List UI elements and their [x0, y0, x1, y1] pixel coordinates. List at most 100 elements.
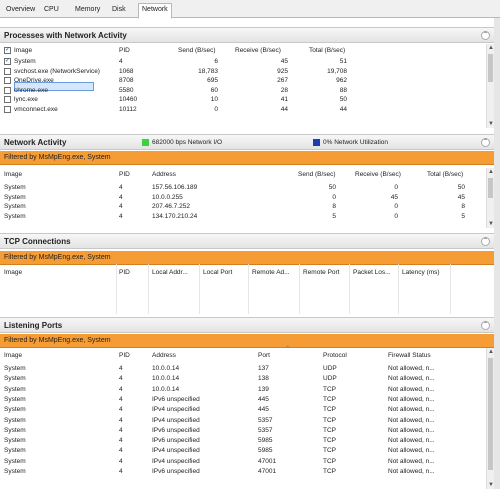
- tab-cpu[interactable]: CPU: [41, 4, 62, 18]
- row-checkbox[interactable]: [4, 96, 11, 104]
- cell-pid: 4: [119, 468, 123, 475]
- col-address[interactable]: Address: [152, 352, 176, 359]
- row-checkbox[interactable]: [4, 77, 11, 85]
- tab-disk[interactable]: Disk: [109, 4, 129, 18]
- col-pid[interactable]: PID: [119, 171, 130, 178]
- listening-ports-section-header[interactable]: Listening Ports ⌃: [0, 317, 494, 333]
- scroll-thumb[interactable]: [488, 178, 493, 198]
- outer-scrollbar[interactable]: [494, 18, 500, 489]
- table-row[interactable]: [0, 95, 486, 105]
- cell-pid: 10112: [119, 106, 137, 113]
- cell-send: 10: [210, 96, 218, 104]
- cell-pid: 4: [119, 457, 123, 465]
- scroll-up-arrow-icon[interactable]: ▲: [488, 45, 494, 51]
- cell-protocol: TCP: [323, 457, 336, 465]
- column-divider: [148, 264, 149, 314]
- col-total[interactable]: Total (B/sec): [427, 171, 463, 178]
- col-protocol[interactable]: Protocol: [323, 352, 347, 359]
- network-io-legend-swatch: [142, 139, 149, 146]
- col-image[interactable]: Image: [4, 269, 22, 276]
- col-local-address[interactable]: Local Addr...: [152, 269, 188, 276]
- cell-pid: 4: [119, 395, 123, 403]
- col-pid[interactable]: PID: [119, 269, 130, 276]
- cell-total: 50: [339, 96, 347, 104]
- table-row[interactable]: [0, 105, 486, 115]
- row-checkbox[interactable]: ✓: [4, 58, 11, 65]
- collapse-icon[interactable]: ⌃: [481, 237, 490, 246]
- select-all-checkbox[interactable]: ✓: [4, 47, 11, 54]
- col-image[interactable]: Image: [4, 171, 22, 178]
- cell-pid: 4: [119, 212, 123, 220]
- collapse-icon[interactable]: ⌃: [481, 321, 490, 330]
- cell-total: 50: [457, 184, 465, 191]
- cell-receive: 44: [280, 106, 288, 113]
- collapse-icon[interactable]: ⌃: [481, 31, 490, 40]
- processes-scrollbar[interactable]: ▲ ▼: [486, 44, 494, 128]
- cell-send: 8: [332, 203, 336, 210]
- network-activity-scrollbar[interactable]: ▲ ▼: [486, 168, 494, 228]
- listening-ports-scrollbar[interactable]: ▲ ▼: [486, 348, 494, 489]
- row-checkbox[interactable]: [4, 67, 11, 75]
- cell-pid: 8708: [119, 77, 134, 85]
- tab-network[interactable]: Network: [138, 3, 172, 19]
- scroll-down-arrow-icon[interactable]: ▼: [488, 221, 494, 227]
- col-receive[interactable]: Receive (B/sec): [235, 47, 281, 54]
- cell-address: 10.0.0.14: [152, 385, 180, 393]
- network-activity-section-header[interactable]: Network Activity 682000 bps Network I/O …: [0, 134, 494, 150]
- col-pid[interactable]: PID: [119, 47, 130, 54]
- cell-pid: 4: [119, 375, 123, 383]
- col-receive[interactable]: Receive (B/sec): [355, 171, 401, 178]
- cell-port: 138: [258, 375, 269, 383]
- scroll-thumb[interactable]: [488, 54, 493, 82]
- cell-pid: 4: [119, 193, 123, 201]
- cell-address: IPv4 unspecified: [152, 406, 200, 414]
- col-send[interactable]: Send (B/sec): [178, 47, 216, 54]
- tab-overview[interactable]: Overview: [3, 4, 38, 18]
- cell-address: IPv4 unspecified: [152, 457, 200, 465]
- table-row[interactable]: [0, 57, 486, 67]
- col-local-port[interactable]: Local Port: [203, 269, 232, 276]
- col-port[interactable]: Port: [258, 352, 270, 359]
- cell-pid: 4: [119, 58, 123, 65]
- col-total[interactable]: Total (B/sec): [309, 47, 345, 54]
- cell-image: System: [4, 468, 26, 475]
- col-pid[interactable]: PID: [119, 352, 130, 359]
- col-image[interactable]: Image: [14, 47, 32, 54]
- tab-memory[interactable]: Memory: [72, 4, 103, 18]
- col-remote-port[interactable]: Remote Port: [303, 269, 340, 276]
- table-row[interactable]: [0, 212, 486, 222]
- table-row[interactable]: [0, 183, 486, 193]
- col-remote-address[interactable]: Remote Ad...: [252, 269, 290, 276]
- col-address[interactable]: Address: [152, 171, 176, 178]
- table-row[interactable]: [0, 202, 486, 212]
- tcp-connections-title: TCP Connections: [4, 237, 71, 246]
- scroll-down-arrow-icon[interactable]: ▼: [488, 121, 494, 127]
- tcp-connections-section-header[interactable]: TCP Connections ⌃: [0, 233, 494, 249]
- row-checkbox[interactable]: [4, 86, 11, 94]
- cell-image: System: [4, 426, 26, 434]
- cell-protocol: TCP: [323, 437, 336, 445]
- cell-image: System: [4, 416, 26, 424]
- cell-port: 139: [258, 385, 269, 393]
- cell-send: 0: [214, 106, 218, 113]
- table-row[interactable]: [0, 86, 486, 96]
- scroll-thumb[interactable]: [488, 358, 493, 470]
- table-row[interactable]: [0, 76, 486, 86]
- collapse-icon[interactable]: ⌃: [481, 138, 490, 147]
- col-packet-loss[interactable]: Packet Los...: [353, 269, 391, 276]
- row-checkbox[interactable]: [4, 106, 11, 113]
- col-firewall-status[interactable]: Firewall Status: [388, 352, 431, 359]
- col-image[interactable]: Image: [4, 352, 22, 359]
- cell-total: 19,708: [327, 67, 347, 75]
- col-send[interactable]: Send (B/sec): [298, 171, 336, 178]
- scroll-up-arrow-icon[interactable]: ▲: [488, 349, 494, 355]
- column-divider: [248, 264, 249, 314]
- cell-address: IPv6 unspecified: [152, 426, 200, 434]
- scroll-up-arrow-icon[interactable]: ▲: [488, 169, 494, 175]
- table-row[interactable]: [0, 193, 486, 203]
- cell-image: System: [4, 365, 26, 372]
- col-latency[interactable]: Latency (ms): [402, 269, 440, 276]
- cell-port: 137: [258, 365, 269, 372]
- processes-section-header[interactable]: Processes with Network Activity ⌃: [0, 27, 494, 43]
- scroll-down-arrow-icon[interactable]: ▼: [488, 482, 494, 488]
